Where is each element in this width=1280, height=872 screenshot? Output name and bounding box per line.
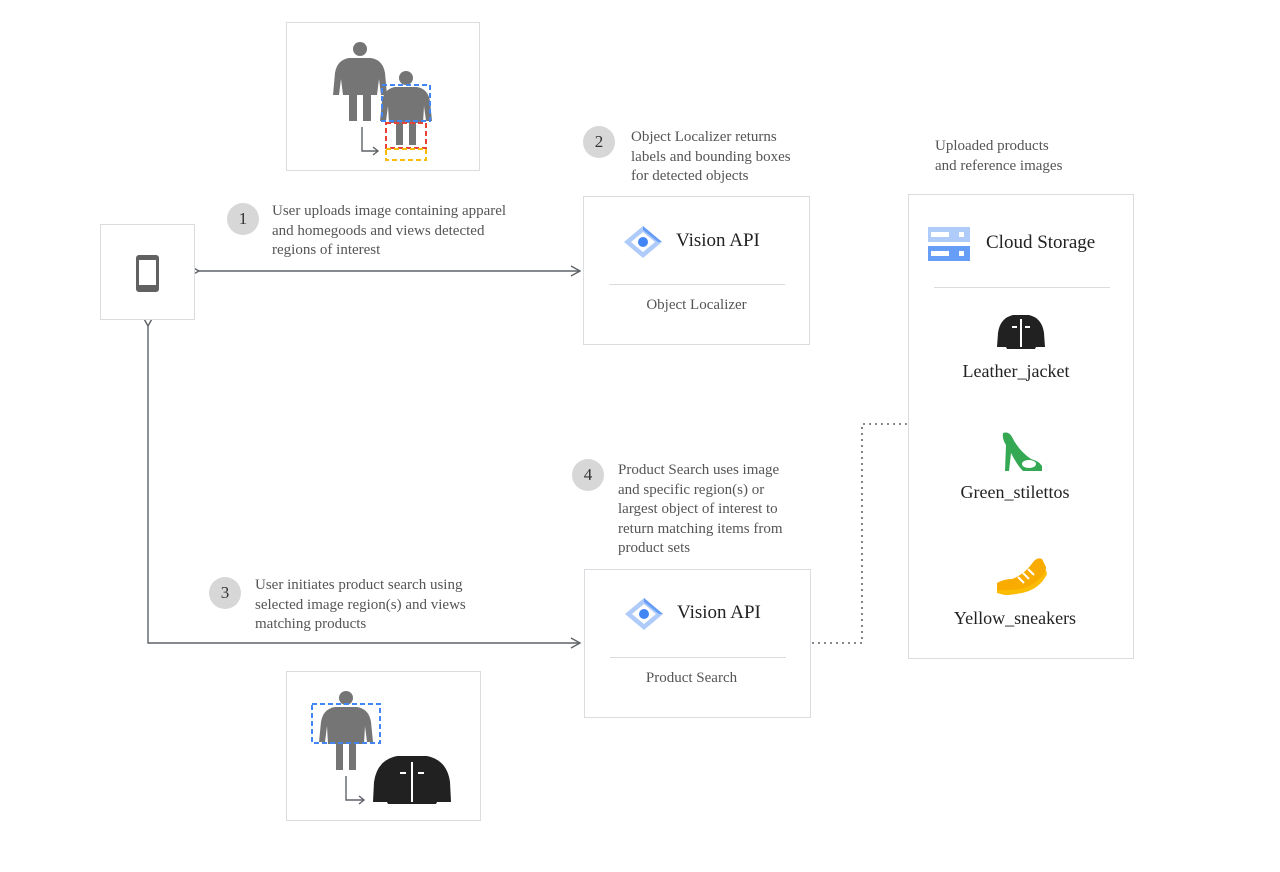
service-title: Vision API [677, 602, 761, 623]
cloud-storage-card: Cloud Storage Leather_jacket Green_stile… [908, 194, 1134, 659]
step-4-badge: 4 [572, 459, 604, 491]
divider [610, 657, 786, 658]
yellow-bounding-box [385, 148, 427, 161]
step-2-description: Object Localizer returns labels and bound… [631, 129, 791, 184]
step-3-badge: 3 [209, 577, 241, 609]
product-label: Leather_jacket [962, 361, 1070, 381]
service-title: Vision API [676, 230, 760, 251]
product-label: Green_stilettos [960, 482, 1070, 502]
step-1-description: User uploads image containing apparel and… [272, 203, 507, 258]
service-subtitle: Object Localizer [646, 297, 747, 313]
dotted-link-storage [812, 423, 908, 644]
yellow-sneaker-icon [997, 558, 1047, 595]
storage-title: Cloud Storage [986, 232, 1096, 253]
phone-icon [136, 255, 159, 292]
matched-product-image [286, 671, 481, 821]
leather-jacket-icon [997, 315, 1045, 349]
divider [934, 287, 1110, 288]
adult-person-icon [333, 42, 387, 121]
leather-jacket-icon [373, 756, 451, 804]
step-1-badge: 1 [227, 203, 259, 235]
vision-api-icon [625, 598, 663, 630]
divider [609, 284, 785, 285]
person-icon [319, 691, 373, 770]
detected-regions-image [286, 22, 480, 171]
cloud-storage-icon [928, 227, 970, 261]
red-bounding-box [385, 122, 427, 149]
storage-heading: Uploaded products and reference images [935, 138, 1063, 174]
vision-api-icon [624, 226, 662, 258]
product-label: Yellow_sneakers [953, 608, 1077, 628]
mobile-device [100, 224, 195, 320]
step-2-badge: 2 [583, 126, 615, 158]
step-3-description: User initiates product search using selec… [255, 577, 466, 632]
child-person-icon [380, 71, 432, 145]
step-4-description: Product Search uses image and specific re… [618, 462, 783, 556]
green-stiletto-icon [1002, 432, 1042, 471]
vision-api-product-search-card: Vision API Product Search [584, 569, 811, 718]
service-subtitle: Product Search [645, 670, 738, 686]
vision-api-object-localizer-card: Vision API Object Localizer [583, 196, 810, 345]
